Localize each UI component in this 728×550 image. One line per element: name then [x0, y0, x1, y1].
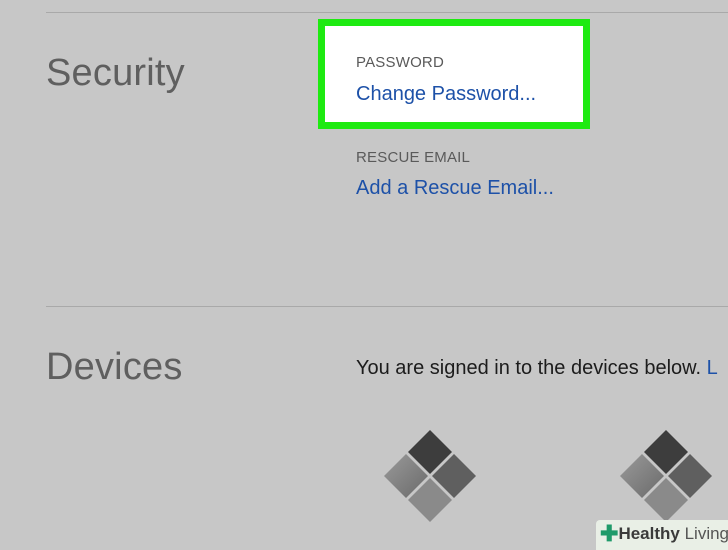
- devices-learn-more-link[interactable]: L: [707, 357, 718, 379]
- security-section-title: Security: [46, 52, 185, 94]
- top-divider: [46, 12, 728, 13]
- device-windows-icon[interactable]: [380, 426, 480, 526]
- password-label: PASSWORD: [356, 54, 444, 71]
- watermark-brand-bold: Healthy: [618, 524, 680, 543]
- section-divider: [46, 306, 728, 307]
- plus-logo-icon: ✚: [600, 521, 619, 546]
- change-password-link[interactable]: Change Password...: [356, 83, 536, 106]
- devices-description-text: You are signed in to the devices below.: [356, 357, 702, 379]
- add-rescue-email-link[interactable]: Add a Rescue Email...: [356, 177, 554, 200]
- rescue-email-label: RESCUE EMAIL: [356, 149, 471, 166]
- devices-description: You are signed in to the devices below. …: [356, 357, 718, 380]
- password-highlight-box: [318, 19, 590, 129]
- device-windows-icon[interactable]: [616, 426, 716, 526]
- devices-section-title: Devices: [46, 346, 183, 388]
- watermark-brand-light: Living: [684, 524, 728, 543]
